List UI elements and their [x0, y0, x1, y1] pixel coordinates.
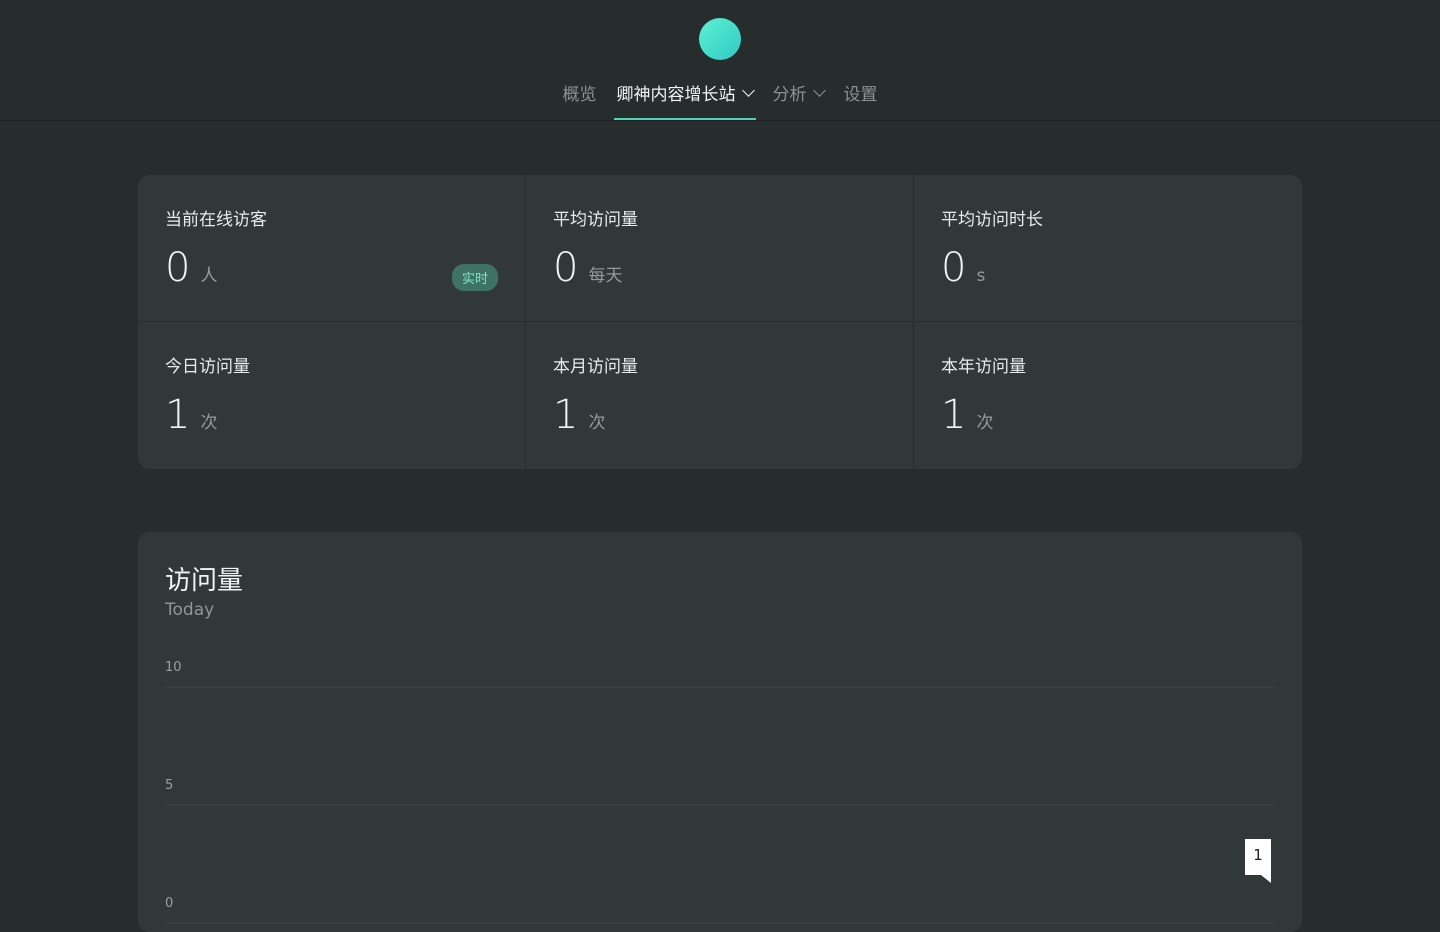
- stat-number: 0: [941, 245, 967, 291]
- stat-avg-duration: 平均访问时长 0 s: [914, 175, 1302, 322]
- nav-site-label: 卿神内容增长站: [616, 85, 736, 105]
- stat-value-row: 1 次: [553, 395, 886, 435]
- stat-unit: s: [976, 266, 986, 286]
- stat-unit: 每天: [588, 266, 623, 286]
- chevron-down-icon: [812, 84, 826, 97]
- stat-unit: 人: [200, 266, 218, 286]
- stat-month-visits: 本月访问量 1 次: [526, 322, 914, 469]
- nav-analysis-label: 分析: [772, 85, 807, 105]
- stat-number: 1: [941, 392, 967, 438]
- nav-overview-label: 概览: [562, 85, 597, 105]
- nav-settings-label: 设置: [843, 85, 878, 105]
- stat-online-visitors: 当前在线访客 0 人 实时: [138, 175, 526, 322]
- stat-label: 当前在线访客: [165, 210, 267, 230]
- stat-unit: 次: [976, 413, 994, 433]
- stat-label: 平均访问量: [553, 210, 638, 230]
- top-bar: 概览 卿神内容增长站 分析 设置: [0, 0, 1440, 121]
- stat-unit: 次: [588, 413, 606, 433]
- stat-number: 0: [165, 245, 191, 291]
- y-tick-label: 0: [165, 896, 173, 911]
- chevron-down-icon: [741, 84, 755, 97]
- visits-chart: 10 5 0 1: [165, 660, 1275, 924]
- stat-today-visits: 今日访问量 1 次: [138, 322, 526, 469]
- logo[interactable]: [699, 18, 741, 60]
- stat-number: 1: [553, 392, 579, 438]
- stat-label: 今日访问量: [165, 357, 250, 377]
- stat-number: 0: [553, 245, 579, 291]
- stat-value-row: 0 s: [941, 248, 1275, 288]
- stat-value-row: 1 次: [165, 395, 498, 435]
- stat-number: 1: [165, 392, 191, 438]
- nav-analysis[interactable]: 分析: [772, 80, 826, 120]
- y-tick-label: 5: [165, 778, 173, 793]
- y-tick-label: 10: [165, 660, 182, 675]
- stat-value-row: 0 人: [165, 248, 498, 288]
- stats-panel: 当前在线访客 0 人 实时 平均访问量 0 每天 平均访问时长 0 s 今日访问…: [138, 175, 1302, 469]
- nav-settings[interactable]: 设置: [844, 80, 878, 120]
- stat-label: 平均访问时长: [941, 210, 1043, 230]
- stat-year-visits: 本年访问量 1 次: [914, 322, 1302, 469]
- value-marker[interactable]: 1: [1245, 839, 1271, 883]
- stat-value-row: 1 次: [941, 395, 1275, 435]
- stat-value-row: 0 每天: [553, 248, 886, 288]
- nav-site-selector[interactable]: 卿神内容增长站: [613, 80, 756, 120]
- visits-chart-card: 访问量 Today 10 5 0 1: [138, 532, 1302, 932]
- stat-unit: 次: [200, 413, 218, 433]
- main-nav: 概览 卿神内容增长站 分析 设置: [0, 80, 1440, 120]
- realtime-badge: 实时: [451, 264, 498, 291]
- stat-avg-visits: 平均访问量 0 每天: [526, 175, 914, 322]
- stat-label: 本年访问量: [941, 357, 1026, 377]
- nav-overview[interactable]: 概览: [563, 80, 597, 120]
- stat-label: 本月访问量: [553, 357, 638, 377]
- marker-label: 1: [1253, 846, 1263, 864]
